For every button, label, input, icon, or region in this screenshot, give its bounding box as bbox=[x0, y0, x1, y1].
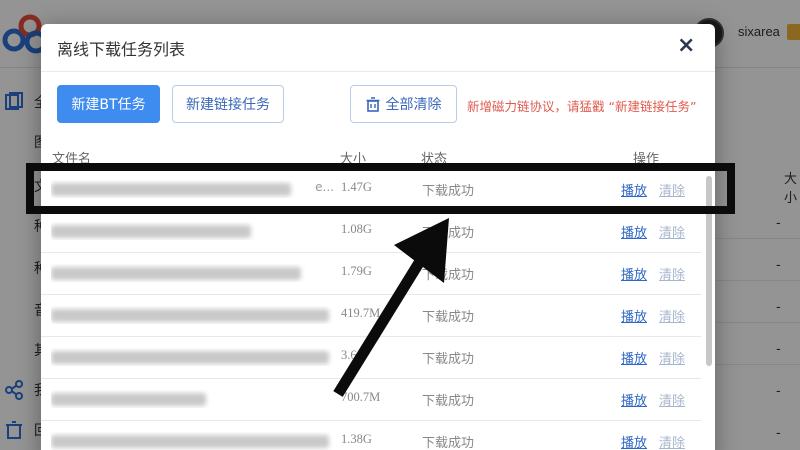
task-status: 下载成功 bbox=[422, 226, 475, 241]
redaction-blur bbox=[51, 393, 206, 406]
table-row[interactable]: e... 1.47G 下载成功 播放 清除 bbox=[41, 168, 701, 210]
file-name-redacted bbox=[51, 348, 336, 366]
task-list: e... 1.47G 下载成功 播放 清除 1.08G 下载成功 播放 清除 1… bbox=[41, 168, 715, 450]
column-header-name: 文件名 bbox=[52, 152, 92, 167]
file-size: 1.08G bbox=[341, 222, 372, 236]
dialog-title: 离线下载任务列表 bbox=[57, 40, 186, 59]
column-header-status: 状态 bbox=[421, 152, 448, 167]
file-name-redacted: e... bbox=[51, 180, 336, 198]
list-scrollbar[interactable] bbox=[706, 176, 712, 366]
file-name-redacted bbox=[51, 306, 336, 324]
table-row[interactable]: 700.7M 下载成功 播放 清除 bbox=[41, 378, 701, 420]
clear-all-button[interactable]: 全部清除 bbox=[350, 85, 457, 123]
file-size: 1.79G bbox=[341, 264, 372, 278]
table-row[interactable]: 419.7M 下载成功 播放 清除 bbox=[41, 294, 701, 336]
table-row[interactable]: 1.08G 下载成功 播放 清除 bbox=[41, 210, 701, 252]
task-status: 下载成功 bbox=[422, 394, 475, 409]
redaction-blur bbox=[51, 309, 329, 322]
clear-link[interactable]: 清除 bbox=[659, 390, 685, 409]
play-link[interactable]: 播放 bbox=[621, 264, 647, 283]
new-link-task-button[interactable]: 新建链接任务 bbox=[172, 85, 284, 123]
clear-link[interactable]: 清除 bbox=[659, 222, 685, 241]
file-name-redacted bbox=[51, 264, 336, 282]
file-size: 1.38G bbox=[341, 432, 372, 446]
file-name-redacted bbox=[51, 390, 336, 408]
file-size: 1.47G bbox=[341, 180, 372, 194]
trash-icon bbox=[366, 96, 379, 112]
redaction-blur bbox=[51, 351, 329, 364]
offline-download-dialog: 离线下载任务列表 × 新建BT任务 新建链接任务 全部清除 新增磁力链协议，请猛… bbox=[41, 24, 715, 450]
file-name-tail: e... bbox=[315, 180, 334, 194]
task-status: 下载成功 bbox=[422, 184, 475, 199]
file-size: 3.6G bbox=[341, 348, 366, 362]
file-size: 419.7M bbox=[341, 306, 381, 320]
play-link[interactable]: 播放 bbox=[621, 306, 647, 325]
task-status: 下载成功 bbox=[422, 268, 475, 283]
table-header: 文件名 大小 状态 操作 bbox=[41, 146, 715, 168]
play-link[interactable]: 播放 bbox=[621, 180, 647, 199]
redaction-blur bbox=[51, 435, 329, 448]
task-status: 下载成功 bbox=[422, 352, 475, 367]
new-bt-task-button[interactable]: 新建BT任务 bbox=[57, 85, 160, 123]
play-link[interactable]: 播放 bbox=[621, 222, 647, 241]
close-icon[interactable]: × bbox=[677, 35, 697, 57]
clear-link[interactable]: 清除 bbox=[659, 306, 685, 325]
file-name-redacted bbox=[51, 222, 336, 240]
play-link[interactable]: 播放 bbox=[621, 432, 647, 450]
clear-link[interactable]: 清除 bbox=[659, 432, 685, 450]
redaction-blur bbox=[51, 183, 291, 196]
file-size: 700.7M bbox=[341, 390, 381, 404]
task-status: 下载成功 bbox=[422, 310, 475, 325]
table-row[interactable]: 3.6G 下载成功 播放 清除 bbox=[41, 336, 701, 378]
redaction-blur bbox=[51, 225, 251, 238]
table-row[interactable]: 1.79G 下载成功 播放 清除 bbox=[41, 252, 701, 294]
dialog-header: 离线下载任务列表 × bbox=[41, 24, 715, 72]
task-status: 下载成功 bbox=[422, 436, 475, 450]
clear-link[interactable]: 清除 bbox=[659, 264, 685, 283]
table-row[interactable]: 1.38G 下载成功 播放 清除 bbox=[41, 420, 701, 450]
play-link[interactable]: 播放 bbox=[621, 348, 647, 367]
file-name-redacted bbox=[51, 432, 336, 450]
clear-all-label: 全部清除 bbox=[385, 97, 442, 113]
redaction-blur bbox=[51, 267, 301, 280]
magnet-notice: 新增磁力链协议，请猛戳 “新建链接任务” bbox=[467, 99, 697, 114]
play-link[interactable]: 播放 bbox=[621, 390, 647, 409]
clear-link[interactable]: 清除 bbox=[659, 180, 685, 199]
column-header-size: 大小 bbox=[340, 152, 367, 167]
column-header-ops: 操作 bbox=[633, 152, 660, 167]
clear-link[interactable]: 清除 bbox=[659, 348, 685, 367]
